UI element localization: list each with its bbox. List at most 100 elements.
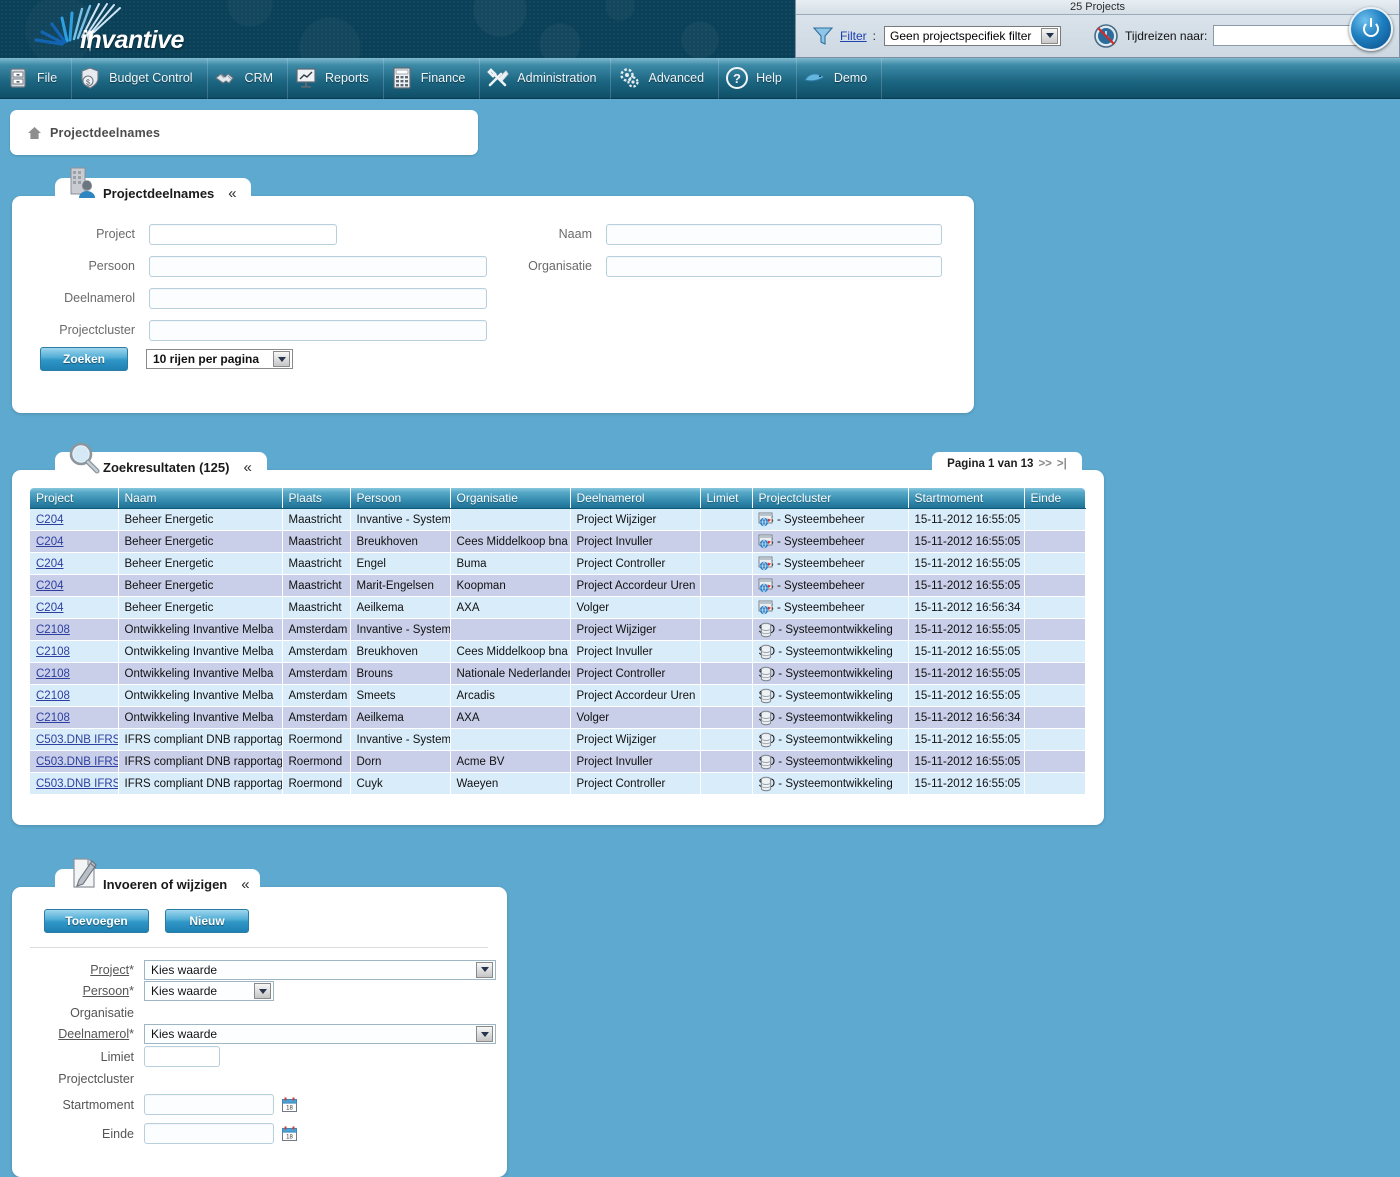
cell-project[interactable]: C204 <box>30 530 119 553</box>
collapse-chevron-icon[interactable]: « <box>243 460 251 475</box>
breadcrumb-text[interactable]: Projectdeelnames <box>50 126 160 140</box>
table-row[interactable]: C2108 Ontwikkeling Invantive Melba Amsterd… <box>30 706 1086 729</box>
cell-project[interactable]: C503.DNB IFRS <box>30 772 119 795</box>
menu-item-advanced[interactable]: Advanced <box>611 57 720 99</box>
cell-project[interactable]: C2108 <box>30 618 119 641</box>
search-input-projectcluster[interactable] <box>149 319 487 341</box>
col-projectcluster[interactable]: Projectcluster <box>752 488 909 509</box>
cell-project[interactable]: C2108 <box>30 662 119 685</box>
project-link[interactable]: C2108 <box>36 690 70 702</box>
project-link[interactable]: C204 <box>36 580 64 592</box>
menu-item-help[interactable]: ? Help <box>719 57 797 99</box>
project-link[interactable]: C503.DNB IFRS <box>36 778 117 790</box>
edit-select-persoon[interactable]: Kies waarde <box>144 981 274 1002</box>
table-row[interactable]: C204 Beheer Energetic Maastricht Aeilkema AX… <box>30 596 1086 619</box>
menu-item-demo[interactable]: Demo <box>797 57 883 99</box>
col-deelnamerol[interactable]: Deelnamerol <box>570 488 701 509</box>
calendar-icon[interactable]: 18 <box>282 1126 297 1141</box>
chevron-down-icon[interactable] <box>254 983 271 1000</box>
nieuw-button[interactable]: Nieuw <box>165 909 249 933</box>
edit-select-deelnamerol[interactable]: Kies waarde <box>144 1024 496 1045</box>
time-travel-clock-icon[interactable] <box>1093 23 1119 49</box>
edit-input-limiet[interactable] <box>144 1046 220 1067</box>
collapse-chevron-icon[interactable]: « <box>228 186 236 201</box>
menu-item-crm[interactable]: CRM <box>208 57 289 99</box>
cell-project[interactable]: C503.DNB IFRS <box>30 728 119 751</box>
power-icon <box>1363 18 1379 37</box>
cell-project[interactable]: C204 <box>30 508 119 531</box>
cell-project[interactable]: C204 <box>30 596 119 619</box>
col-einde[interactable]: Einde <box>1024 488 1085 509</box>
project-link[interactable]: C503.DNB IFRS <box>36 756 117 768</box>
chevron-down-icon[interactable] <box>273 351 290 367</box>
project-link[interactable]: C204 <box>36 558 64 570</box>
cell-project[interactable]: C204 <box>30 574 119 597</box>
table-row[interactable]: C2108 Ontwikkeling Invantive Melba Amsterd… <box>30 618 1086 641</box>
cell-naam: Ontwikkeling Invantive Melba <box>118 706 283 729</box>
project-link[interactable]: C204 <box>36 536 64 548</box>
power-button[interactable] <box>1349 7 1393 51</box>
cell-project[interactable]: C204 <box>30 552 119 575</box>
col-limiet[interactable]: Limiet <box>700 488 753 509</box>
col-organisatie[interactable]: Organisatie <box>450 488 571 509</box>
rows-per-page-select[interactable]: 10 rijen per pagina <box>146 349 293 369</box>
toevoegen-button[interactable]: Toevoegen <box>44 909 149 933</box>
project-link[interactable]: C503.DNB IFRS <box>36 734 117 746</box>
project-link[interactable]: C2108 <box>36 646 70 658</box>
chevron-down-icon[interactable] <box>476 1026 493 1043</box>
search-panel-tab[interactable]: Projectdeelnames « <box>55 167 251 208</box>
project-filter-select[interactable]: Geen projectspecifiek filter <box>884 25 1062 46</box>
chevron-down-icon[interactable] <box>1041 27 1059 44</box>
col-naam[interactable]: Naam <box>118 488 283 509</box>
table-row[interactable]: C503.DNB IFRS IFRS compliant DNB rapporta… <box>30 772 1086 795</box>
menu-item-administration[interactable]: Administration <box>480 57 612 99</box>
table-row[interactable]: C503.DNB IFRS IFRS compliant DNB rapporta… <box>30 750 1086 773</box>
search-input-persoon[interactable] <box>149 255 487 277</box>
project-link[interactable]: C2108 <box>36 624 70 636</box>
last-page-button[interactable]: >| <box>1057 458 1067 470</box>
search-input-deelnamerol[interactable] <box>149 287 487 309</box>
next-page-button[interactable]: >> <box>1038 458 1051 470</box>
calendar-icon[interactable]: 18 <box>282 1097 297 1112</box>
home-icon[interactable] <box>28 126 41 139</box>
svg-text:18: 18 <box>286 1106 293 1112</box>
table-row[interactable]: C204 Beheer Energetic Maastricht Breukhoven… <box>30 530 1086 553</box>
cell-project[interactable]: C503.DNB IFRS <box>30 750 119 773</box>
edit-label-project: Project* <box>90 962 134 977</box>
filter-link[interactable]: Filter <box>840 29 867 43</box>
search-input-project[interactable] <box>149 223 337 245</box>
cell-project[interactable]: C2108 <box>30 684 119 707</box>
project-link[interactable]: C204 <box>36 602 64 614</box>
table-row[interactable]: C204 Beheer Energetic Maastricht Marit-Enge… <box>30 574 1086 597</box>
edit-input-startmoment[interactable] <box>144 1094 274 1115</box>
project-link[interactable]: C204 <box>36 514 64 526</box>
cell-project[interactable]: C2108 <box>30 640 119 663</box>
project-link[interactable]: C2108 <box>36 712 70 724</box>
table-row[interactable]: C503.DNB IFRS IFRS compliant DNB rapporta… <box>30 728 1086 751</box>
col-startmoment[interactable]: Startmoment <box>908 488 1025 509</box>
collapse-chevron-icon[interactable]: « <box>241 877 249 892</box>
edit-select-project[interactable]: Kies waarde <box>144 959 496 980</box>
table-row[interactable]: C2108 Ontwikkeling Invantive Melba Amsterd… <box>30 662 1086 685</box>
col-persoon[interactable]: Persoon <box>350 488 451 509</box>
menu-item-file[interactable]: File <box>0 57 73 99</box>
zoeken-button[interactable]: Zoeken <box>40 347 128 371</box>
edit-panel-tab[interactable]: Invoeren of wijzigen « <box>55 858 260 899</box>
cell-project[interactable]: C2108 <box>30 706 119 729</box>
search-input-organisatie[interactable] <box>606 255 942 277</box>
col-project[interactable]: Project <box>30 488 119 509</box>
project-link[interactable]: C2108 <box>36 668 70 680</box>
table-row[interactable]: C2108 Ontwikkeling Invantive Melba Amsterd… <box>30 640 1086 663</box>
table-row[interactable]: C2108 Ontwikkeling Invantive Melba Amsterd… <box>30 684 1086 707</box>
menu-item-budget-control[interactable]: $ Budget Control <box>72 57 208 99</box>
menu-item-reports[interactable]: Reports <box>288 57 384 99</box>
table-row[interactable]: C204 Beheer Energetic Maastricht Invantive … <box>30 508 1086 531</box>
search-input-naam[interactable] <box>606 223 942 245</box>
cell-naam: Ontwikkeling Invantive Melba <box>118 684 283 707</box>
results-panel-tab[interactable]: Zoekresultaten (125) « <box>55 442 267 482</box>
menu-item-finance[interactable]: Finance <box>384 57 481 99</box>
chevron-down-icon[interactable] <box>476 961 493 978</box>
edit-input-einde[interactable] <box>144 1123 274 1144</box>
col-plaats[interactable]: Plaats <box>282 488 351 509</box>
table-row[interactable]: C204 Beheer Energetic Maastricht Engel Buma P… <box>30 552 1086 575</box>
